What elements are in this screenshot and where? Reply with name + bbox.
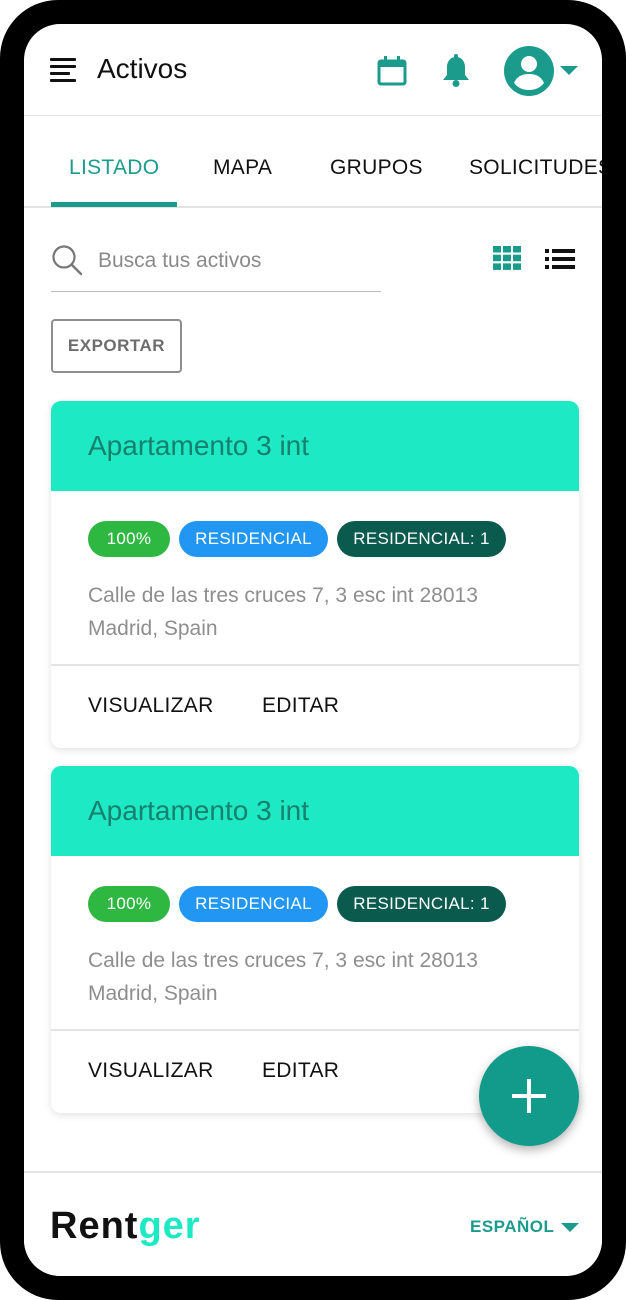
hamburger-menu-icon[interactable] [50, 58, 80, 84]
plus-icon-vertical [527, 1079, 531, 1113]
address-line-1: Calle de las tres cruces 7, 3 esc int 28… [88, 584, 478, 607]
address-line-2: Madrid, Spain [88, 617, 218, 640]
search-icon [52, 245, 83, 276]
search-bar [51, 242, 381, 292]
calendar-icon[interactable] [376, 55, 408, 87]
card-header: Apartamento 3 int [51, 766, 579, 856]
search-input[interactable] [98, 242, 378, 280]
rentger-logo: Rentger [50, 1205, 201, 1248]
card-divider [51, 664, 579, 666]
tab-mapa[interactable]: MAPA [213, 156, 272, 180]
add-asset-button[interactable] [479, 1046, 579, 1146]
export-button[interactable]: EXPORTAR [51, 319, 182, 373]
count-badge: RESIDENCIAL: 1 [337, 886, 506, 922]
asset-address: Calle de las tres cruces 7, 3 esc int 28… [88, 944, 548, 1010]
active-tab-indicator [51, 202, 177, 207]
page-title: Activos [97, 53, 188, 84]
footer: Rentger ESPAÑOL [24, 1171, 602, 1276]
count-badge: RESIDENCIAL: 1 [337, 521, 506, 557]
card-divider [51, 1029, 579, 1031]
view-button[interactable]: VISUALIZAR [88, 694, 214, 718]
tab-grupos[interactable]: GRUPOS [330, 156, 423, 180]
device-frame: Activos LISTADO MAPA GRUPOS SOLICITUDES … [0, 0, 626, 1300]
address-line-2: Madrid, Spain [88, 982, 218, 1005]
asset-title: Apartamento 3 int [88, 795, 310, 826]
asset-card: Apartamento 3 int 100% RESIDENCIAL RESID… [51, 401, 579, 748]
grid-view-icon[interactable] [493, 246, 521, 270]
type-badge: RESIDENCIAL [179, 521, 328, 557]
tab-solicitudes[interactable]: SOLICITUDES [469, 156, 602, 180]
account-circle-icon[interactable] [504, 46, 554, 96]
list-view-icon[interactable] [545, 248, 575, 270]
view-button[interactable]: VISUALIZAR [88, 1059, 214, 1083]
language-select[interactable]: ESPAÑOL [470, 1217, 554, 1237]
completion-badge: 100% [88, 521, 170, 557]
edit-button[interactable]: EDITAR [262, 694, 339, 718]
app-screen: Activos LISTADO MAPA GRUPOS SOLICITUDES … [24, 24, 602, 1276]
asset-address: Calle de las tres cruces 7, 3 esc int 28… [88, 579, 548, 645]
logo-part-2: ger [138, 1205, 201, 1247]
tab-listado[interactable]: LISTADO [69, 156, 159, 180]
chevron-down-icon[interactable] [561, 1223, 579, 1232]
type-badge: RESIDENCIAL [179, 886, 328, 922]
bell-icon[interactable] [440, 54, 472, 88]
card-header: Apartamento 3 int [51, 401, 579, 491]
edit-button[interactable]: EDITAR [262, 1059, 339, 1083]
chevron-down-icon[interactable] [560, 66, 578, 75]
logo-part-1: Rent [50, 1205, 139, 1247]
app-header: Activos [24, 24, 602, 116]
completion-badge: 100% [88, 886, 170, 922]
tab-bar: LISTADO MAPA GRUPOS SOLICITUDES [24, 116, 602, 208]
address-line-1: Calle de las tres cruces 7, 3 esc int 28… [88, 949, 478, 972]
asset-title: Apartamento 3 int [88, 430, 310, 461]
